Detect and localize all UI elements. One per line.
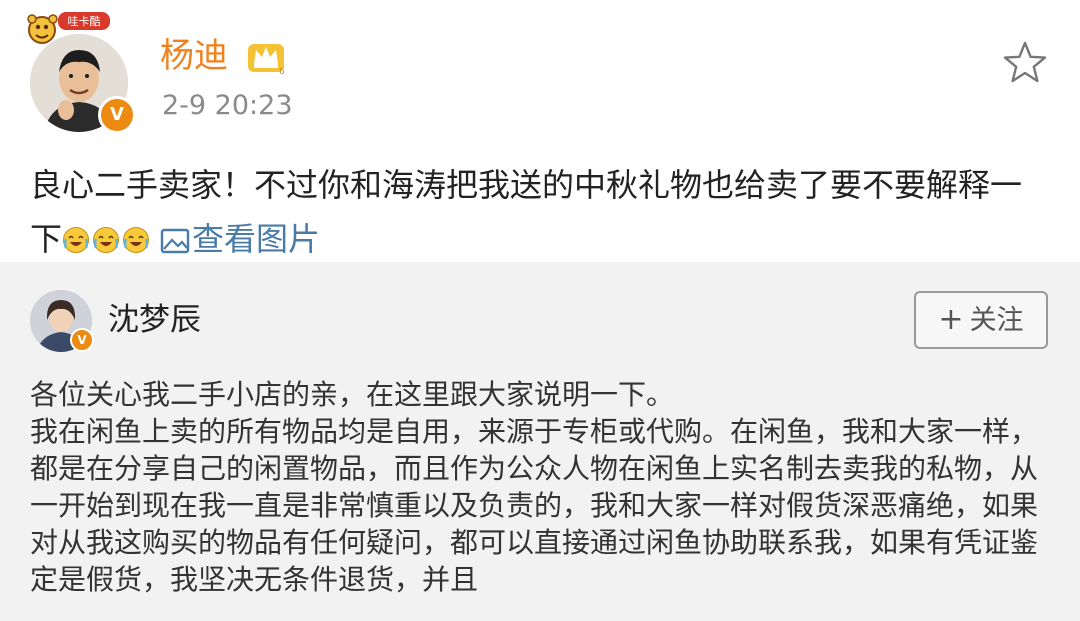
badge-deco-text: 哇卡酷 [68, 15, 101, 28]
repost-paragraph: 我在闲鱼上卖的所有物品均是自用，来源于专柜或代购。在闲鱼，我和大家一样，都是在分… [30, 415, 1039, 596]
repost-verified-badge-icon: V [70, 328, 94, 352]
svg-text:6: 6 [279, 67, 285, 76]
view-image-label: 查看图片 [192, 220, 321, 258]
laugh-cry-emoji [63, 227, 90, 253]
repost-paragraph: 各位关心我二手小店的亲，在这里跟大家说明一下。 [30, 378, 675, 411]
laugh-cry-emoji [93, 227, 120, 253]
emoji-row [62, 220, 152, 258]
follow-button[interactable]: + 关注 [914, 291, 1048, 349]
post-text: 良心二手卖家！不过你和海涛把我送的中秋礼物也给卖了要不要解释一下 查看图片 [30, 158, 1040, 266]
weibo-post: 哇卡酷 V 杨迪 6 2-9 20:23 良心二手卖家！不过你和海涛把我送的中秋… [0, 0, 1080, 262]
plus-icon: + [938, 302, 964, 337]
follow-label: 关注 [969, 305, 1024, 336]
star-favorite-icon[interactable] [1002, 40, 1048, 84]
laugh-cry-emoji [123, 227, 150, 253]
weibo-post-screen: 哇卡酷 V 杨迪 6 2-9 20:23 良心二手卖家！不过你和海涛把我送的中秋… [0, 0, 1080, 621]
repost-text: 各位关心我二手小店的亲，在这里跟大家说明一下。 我在闲鱼上卖的所有物品均是自用，… [30, 376, 1050, 598]
author-name[interactable]: 杨迪 [160, 34, 228, 78]
repost-author-name[interactable]: 沈梦辰 [108, 300, 201, 340]
post-time: 2-9 20:23 [162, 90, 293, 121]
image-icon [160, 228, 190, 254]
view-image-link[interactable]: 查看图片 [152, 220, 320, 258]
vip-crown-icon[interactable]: 6 [246, 38, 286, 76]
verified-badge-icon: V [98, 96, 136, 134]
repost-card[interactable]: V 沈梦辰 + 关注 各位关心我二手小店的亲，在这里跟大家说明一下。 我在闲鱼上卖… [0, 262, 1080, 621]
